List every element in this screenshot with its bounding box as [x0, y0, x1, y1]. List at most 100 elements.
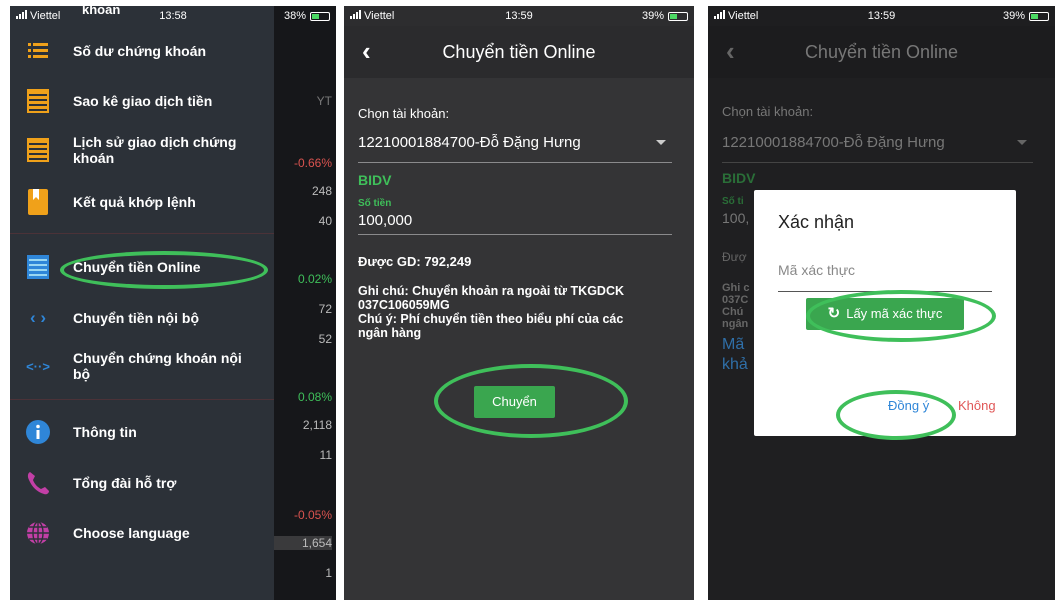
- account-select[interactable]: 12210001884700-Đỗ Đặng Hưng: [358, 134, 672, 162]
- navigation-drawer: khoản Số dư chứng khoán Sao kê giao dịch…: [10, 6, 274, 600]
- info-icon: [26, 420, 50, 444]
- note-line: 037C106059MG: [358, 298, 450, 312]
- note-peek: Chú: [722, 306, 744, 318]
- note-peek: ngân: [722, 318, 749, 330]
- transfer-online-icon: [26, 255, 50, 279]
- menu-item-hotline[interactable]: Tổng đài hỗ trợ: [10, 471, 274, 495]
- list-icon: [26, 39, 50, 63]
- page-title: Chuyển tiền Online: [804, 41, 959, 62]
- statement-icon: [26, 89, 50, 113]
- bank-name: BIDV: [358, 172, 392, 188]
- amount-underline: [358, 234, 672, 235]
- menu-item-language[interactable]: Choose language: [10, 521, 274, 545]
- amount-label-peek: Số ti: [722, 196, 744, 207]
- menu-divider: [10, 399, 274, 400]
- menu-item-label: Số dư chứng khoán: [73, 43, 207, 59]
- note-peek: 037C: [722, 294, 749, 306]
- verification-code-input[interactable]: Mã xác thực: [778, 262, 855, 278]
- menu-item-label: Sao kê giao dịch tiền: [73, 93, 213, 109]
- menu-item-label: Tổng đài hỗ trợ: [73, 475, 177, 491]
- bg-value: 0.02%: [297, 272, 332, 286]
- status-right: 39%: [1003, 10, 1049, 22]
- phone-screen-confirm: Viettel 13:59 39% ‹ Chuyển tiền Online C…: [708, 6, 1055, 600]
- account-value: 12210001884700-Đỗ Đặng Hưng: [722, 134, 945, 151]
- battery-percent: 39%: [1002, 10, 1025, 22]
- amount-label: Số tiền: [358, 198, 392, 209]
- status-bar: Viettel 13:59 39%: [344, 6, 694, 26]
- signal-icon: [350, 10, 361, 19]
- highlight-annotation: [60, 251, 268, 289]
- code-dots-icon: <··>: [26, 358, 50, 374]
- cancel-button[interactable]: Không: [958, 398, 996, 413]
- page-title: Chuyển tiền Online: [442, 41, 596, 62]
- battery-icon: [1029, 11, 1049, 21]
- menu-item-info[interactable]: Thông tin: [10, 420, 274, 444]
- dialog-title: Xác nhận: [778, 212, 855, 232]
- phone-screen-menu: YT -0.66% 248 40 0.02% 72 52 0.08% 2,118…: [10, 6, 336, 600]
- bookmark-icon: [26, 189, 50, 215]
- carrier-label: Viettel: [16, 10, 60, 22]
- menu-item-label: Thông tin: [73, 424, 137, 440]
- signal-icon: [16, 10, 27, 19]
- battery-icon: [310, 11, 330, 21]
- phone-screen-transfer: Viettel 13:59 39% ‹ Chuyển tiền Online C…: [344, 6, 694, 600]
- history-icon: [26, 138, 50, 162]
- background-price-column: YT -0.66% 248 40 0.02% 72 52 0.08% 2,118…: [274, 6, 336, 600]
- link-peek: Mã: [722, 336, 745, 353]
- menu-item-label: Kết quả khớp lệnh: [73, 194, 196, 210]
- menu-item-order-match-result[interactable]: Kết quả khớp lệnh: [10, 189, 274, 215]
- globe-icon: [26, 521, 50, 545]
- bg-value: 11: [319, 448, 332, 462]
- bg-value: 52: [318, 332, 332, 346]
- account-label: Chọn tài khoản:: [358, 106, 450, 121]
- highlight-annotation: [434, 364, 628, 438]
- account-select: 12210001884700-Đỗ Đặng Hưng: [722, 134, 1033, 162]
- menu-item-label: Chuyển tiền nội bộ: [73, 310, 199, 326]
- note-line: ngân hàng: [358, 326, 422, 340]
- bank-name: BIDV: [722, 170, 756, 186]
- menu-item-internal-stock-transfer[interactable]: <··> Chuyển chứng khoán nội bộ: [10, 348, 274, 384]
- menu-item-stock-balance[interactable]: Số dư chứng khoán: [10, 39, 274, 63]
- dropdown-caret-icon: [656, 140, 666, 145]
- carrier-label: Viettel: [714, 10, 758, 22]
- bg-value: -0.05%: [293, 508, 332, 522]
- app-bar: ‹ Chuyển tiền Online: [708, 26, 1055, 78]
- account-value: 12210001884700-Đỗ Đặng Hưng: [358, 134, 581, 151]
- back-arrow-icon[interactable]: ‹: [362, 36, 371, 67]
- phone-icon: [26, 471, 50, 495]
- code-arrows-icon: ‹ ›: [29, 308, 47, 327]
- back-arrow-icon[interactable]: ‹: [726, 36, 735, 67]
- highlight-annotation: [806, 290, 996, 342]
- bg-value: 40: [318, 214, 332, 228]
- menu-item-label: Choose language: [73, 525, 190, 541]
- status-right: 38%: [284, 10, 330, 22]
- amount-peek: 100,: [722, 210, 750, 226]
- menu-item-stock-history[interactable]: Lịch sử giao dịch chứng khoán: [10, 132, 274, 168]
- amount-input[interactable]: 100,000: [358, 212, 412, 229]
- menu-divider: [10, 233, 274, 234]
- bg-value: -0.66%: [293, 156, 332, 170]
- app-bar: ‹ Chuyển tiền Online: [344, 26, 694, 78]
- dropdown-caret-icon: [1017, 140, 1027, 145]
- menu-item-label: Chuyển chứng khoán nội bộ: [73, 350, 242, 382]
- note-peek: Ghi c: [722, 282, 750, 294]
- menu-item-label: Lịch sử giao dịch chứng khoán: [73, 134, 237, 166]
- bg-value: 248: [311, 184, 332, 198]
- bg-value: 72: [318, 302, 332, 316]
- available-amount: Được GD: 792,249: [358, 254, 472, 269]
- bg-value: 1: [325, 566, 332, 580]
- bg-value: YT: [316, 94, 332, 108]
- note-line: Chú ý: Phí chuyển tiền theo biểu phí của…: [358, 312, 624, 326]
- available-peek: Đượ: [722, 250, 747, 264]
- highlight-annotation: [836, 390, 956, 440]
- account-underline: [358, 162, 672, 163]
- menu-item-internal-transfer[interactable]: ‹ › Chuyển tiền nội bộ: [10, 306, 274, 330]
- bg-value: 2,118: [302, 418, 332, 432]
- bg-value: 0.08%: [297, 390, 332, 404]
- battery-percent: 39%: [641, 10, 664, 22]
- menu-item-cash-statement[interactable]: Sao kê giao dịch tiền: [10, 89, 274, 113]
- bg-value: 1,654: [274, 536, 332, 550]
- account-label: Chọn tài khoản:: [722, 104, 814, 119]
- status-bar: Viettel 13:58 38%: [10, 6, 336, 26]
- link-peek: khả: [722, 356, 748, 373]
